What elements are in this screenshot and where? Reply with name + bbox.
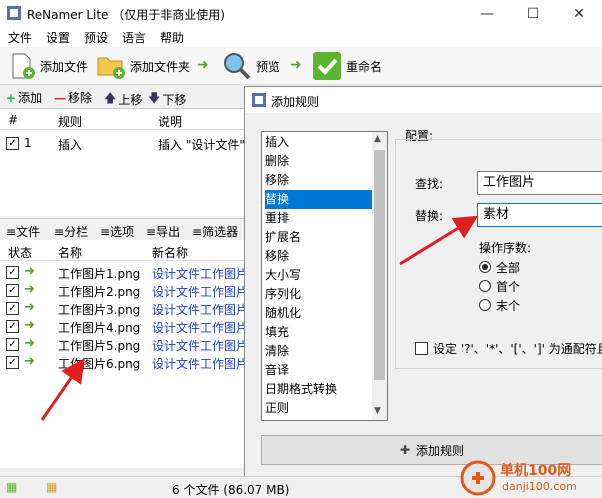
annotation-arrows — [40, 215, 479, 421]
watermark-url: danji100.com — [502, 480, 577, 493]
watermark-logo: 单机100网 danji100.com — [460, 458, 602, 498]
watermark-plus-icon — [460, 460, 496, 496]
annotation-arrow — [399, 215, 479, 266]
watermark-text: 单机100网 — [500, 463, 572, 479]
annotation-arrow — [40, 358, 85, 421]
